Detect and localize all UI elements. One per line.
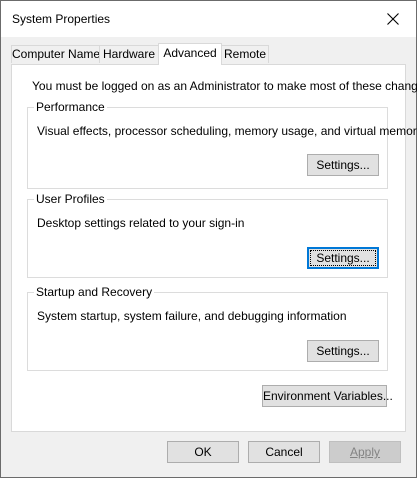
startup-recovery-settings-button[interactable]: Settings... xyxy=(307,340,379,362)
close-button[interactable] xyxy=(370,1,416,37)
ok-button[interactable]: OK xyxy=(167,441,239,463)
tab-label: Advanced xyxy=(163,46,217,60)
title-bar: System Properties xyxy=(1,1,416,37)
startup-recovery-label: Startup and Recovery xyxy=(34,285,155,299)
startup-recovery-description: System startup, system failure, and debu… xyxy=(37,309,347,323)
tab-label: Remote xyxy=(223,47,267,61)
performance-description: Visual effects, processor scheduling, me… xyxy=(37,124,417,138)
tab-hardware[interactable]: Hardware xyxy=(99,45,159,63)
button-label: Settings... xyxy=(316,251,370,265)
environment-variables-button[interactable]: Environment Variables... xyxy=(262,385,393,407)
button-label: Settings... xyxy=(316,158,370,172)
user-profiles-settings-button[interactable]: Settings... xyxy=(307,247,379,269)
window-title: System Properties xyxy=(12,12,111,26)
button-label: Apply xyxy=(349,445,381,459)
performance-settings-button[interactable]: Settings... xyxy=(307,154,379,176)
button-label: Environment Variables... xyxy=(263,389,393,403)
tab-strip: Computer Name Hardware Advanced Remote xyxy=(11,43,406,65)
performance-group: Performance Visual effects, processor sc… xyxy=(27,100,417,189)
button-label: Settings... xyxy=(316,344,370,358)
user-profiles-group: User Profiles Desktop settings related t… xyxy=(27,192,388,278)
button-label: Cancel xyxy=(265,445,303,459)
user-profiles-label: User Profiles xyxy=(34,192,107,206)
advanced-tab-panel: You must be logged on as an Administrato… xyxy=(11,64,417,432)
performance-label: Performance xyxy=(34,100,107,114)
tab-label: Hardware xyxy=(102,47,156,61)
tab-label: Computer Name xyxy=(12,47,101,61)
tab-computer-name[interactable]: Computer Name xyxy=(11,45,100,63)
system-properties-window: System Properties Computer Name Hardware… xyxy=(0,0,417,478)
apply-button[interactable]: Apply xyxy=(329,441,401,463)
admin-note: You must be logged on as an Administrato… xyxy=(32,79,417,93)
cancel-button[interactable]: Cancel xyxy=(248,441,320,463)
user-profiles-description: Desktop settings related to your sign-in xyxy=(37,216,245,230)
startup-recovery-group: Startup and Recovery System startup, sys… xyxy=(27,285,388,371)
button-label: OK xyxy=(194,445,212,459)
close-icon xyxy=(387,13,399,25)
tab-remote[interactable]: Remote xyxy=(221,45,269,63)
tab-advanced[interactable]: Advanced xyxy=(158,43,222,65)
